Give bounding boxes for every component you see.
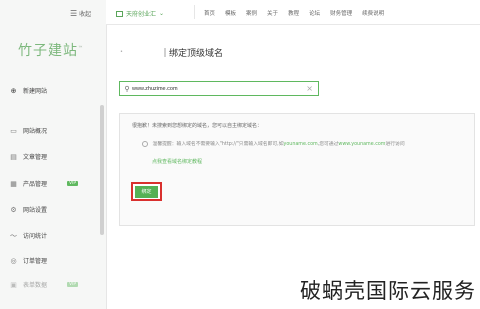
bind-button[interactable]: 绑定 bbox=[135, 185, 158, 198]
bullet-icon: • bbox=[120, 49, 123, 55]
sidebar: ☰ 收起 竹子建站™ ⊕ 新建网站 ▭ 网站概况 ▤ 文章管理 ▦ 产品管理 V… bbox=[0, 0, 107, 309]
new-site-label: 新建网站 bbox=[23, 88, 48, 95]
site-name: 天府创业汇 bbox=[126, 11, 157, 18]
monitor-icon: ▭ bbox=[10, 126, 17, 135]
sidebar-item-label: 表单数据 bbox=[23, 282, 48, 289]
sidebar-item-orders[interactable]: ◎ 订单管理 bbox=[10, 256, 48, 266]
chevron-down-icon: ⌄ bbox=[159, 10, 165, 17]
sidebar-item-overview[interactable]: ▭ 网站概况 bbox=[10, 126, 48, 136]
nav-about[interactable]: 关于 bbox=[267, 9, 278, 17]
document-icon: ▤ bbox=[10, 152, 17, 161]
vip-badge: VIP bbox=[67, 181, 79, 186]
search-icon: ⚲ bbox=[124, 84, 130, 93]
grid-icon: ▦ bbox=[10, 179, 17, 188]
collapse-sidebar-button[interactable]: ☰ 收起 bbox=[70, 9, 91, 18]
bind-button-highlight: 绑定 bbox=[131, 182, 162, 201]
nav-forum[interactable]: 论坛 bbox=[309, 9, 320, 17]
sidebar-item-articles[interactable]: ▤ 文章管理 bbox=[10, 152, 48, 162]
divider bbox=[194, 5, 195, 19]
order-icon: ◎ bbox=[10, 256, 17, 265]
nav-cases[interactable]: 案例 bbox=[246, 9, 257, 17]
vip-badge: VIP bbox=[67, 282, 79, 287]
top-bar: 天府创业汇 ⌄ 首页 模板 案例 关于 教程 论坛 财务管理 续费说明 bbox=[106, 0, 480, 25]
result-panel: 很抱歉！未搜索到您想绑定的域名，您可以自主绑定域名： 温馨提醒：输入域名不需要输… bbox=[119, 113, 475, 226]
new-site-button[interactable]: ⊕ 新建网站 bbox=[10, 86, 48, 96]
nav-templates[interactable]: 模板 bbox=[225, 9, 236, 17]
sidebar-item-label: 访问统计 bbox=[23, 233, 48, 240]
watermark: 破蜗壳国际云服务 bbox=[300, 279, 476, 303]
collapse-label: 收起 bbox=[79, 11, 92, 18]
sidebar-item-label: 文章管理 bbox=[23, 154, 48, 161]
sidebar-item-label: 网站设置 bbox=[23, 207, 48, 214]
sidebar-scrollbar[interactable] bbox=[100, 105, 104, 235]
not-found-message: 很抱歉！未搜索到您想绑定的域名，您可以自主绑定域名： bbox=[132, 123, 263, 129]
tutorial-link[interactable]: 点我查看域名绑定教程 bbox=[152, 158, 202, 165]
domain-search-input[interactable] bbox=[132, 85, 292, 92]
nav-renewal[interactable]: 续费说明 bbox=[362, 9, 384, 17]
chart-icon: 〜 bbox=[10, 231, 17, 240]
sidebar-item-label: 产品管理 bbox=[23, 181, 48, 188]
domain-search-box: ⚲ × bbox=[119, 81, 319, 96]
info-icon bbox=[142, 140, 148, 147]
menu-icon: ☰ bbox=[70, 8, 78, 18]
sidebar-item-settings[interactable]: ⚙ 网站设置 bbox=[10, 205, 48, 215]
sidebar-item-statistics[interactable]: 〜 访问统计 bbox=[10, 231, 48, 241]
sidebar-item-label: 订单管理 bbox=[23, 258, 48, 265]
sidebar-item-products[interactable]: ▦ 产品管理 VIP bbox=[10, 179, 79, 188]
gear-icon: ⚙ bbox=[10, 205, 17, 214]
sidebar-item-forms[interactable]: ▣ 表单数据 VIP bbox=[10, 280, 79, 289]
nav-tutorial[interactable]: 教程 bbox=[288, 9, 299, 17]
tip-message: 温馨提醒：输入域名不需要输入"http://"只需输入域名即可,如youname… bbox=[142, 140, 405, 147]
title-rule bbox=[164, 48, 166, 57]
clear-icon[interactable]: × bbox=[306, 84, 313, 93]
sidebar-item-label: 网站概况 bbox=[23, 128, 48, 135]
top-nav: 首页 模板 案例 关于 教程 论坛 财务管理 续费说明 bbox=[204, 9, 394, 17]
form-icon: ▣ bbox=[10, 280, 17, 289]
site-icon bbox=[116, 10, 123, 17]
site-selector[interactable]: 天府创业汇 ⌄ bbox=[116, 9, 164, 18]
logo: 竹子建站™ bbox=[18, 43, 84, 59]
plus-circle-icon: ⊕ bbox=[10, 86, 17, 95]
nav-home[interactable]: 首页 bbox=[204, 9, 215, 17]
nav-finance[interactable]: 财务管理 bbox=[330, 9, 352, 17]
page-title: 绑定顶级域名 bbox=[164, 46, 223, 59]
